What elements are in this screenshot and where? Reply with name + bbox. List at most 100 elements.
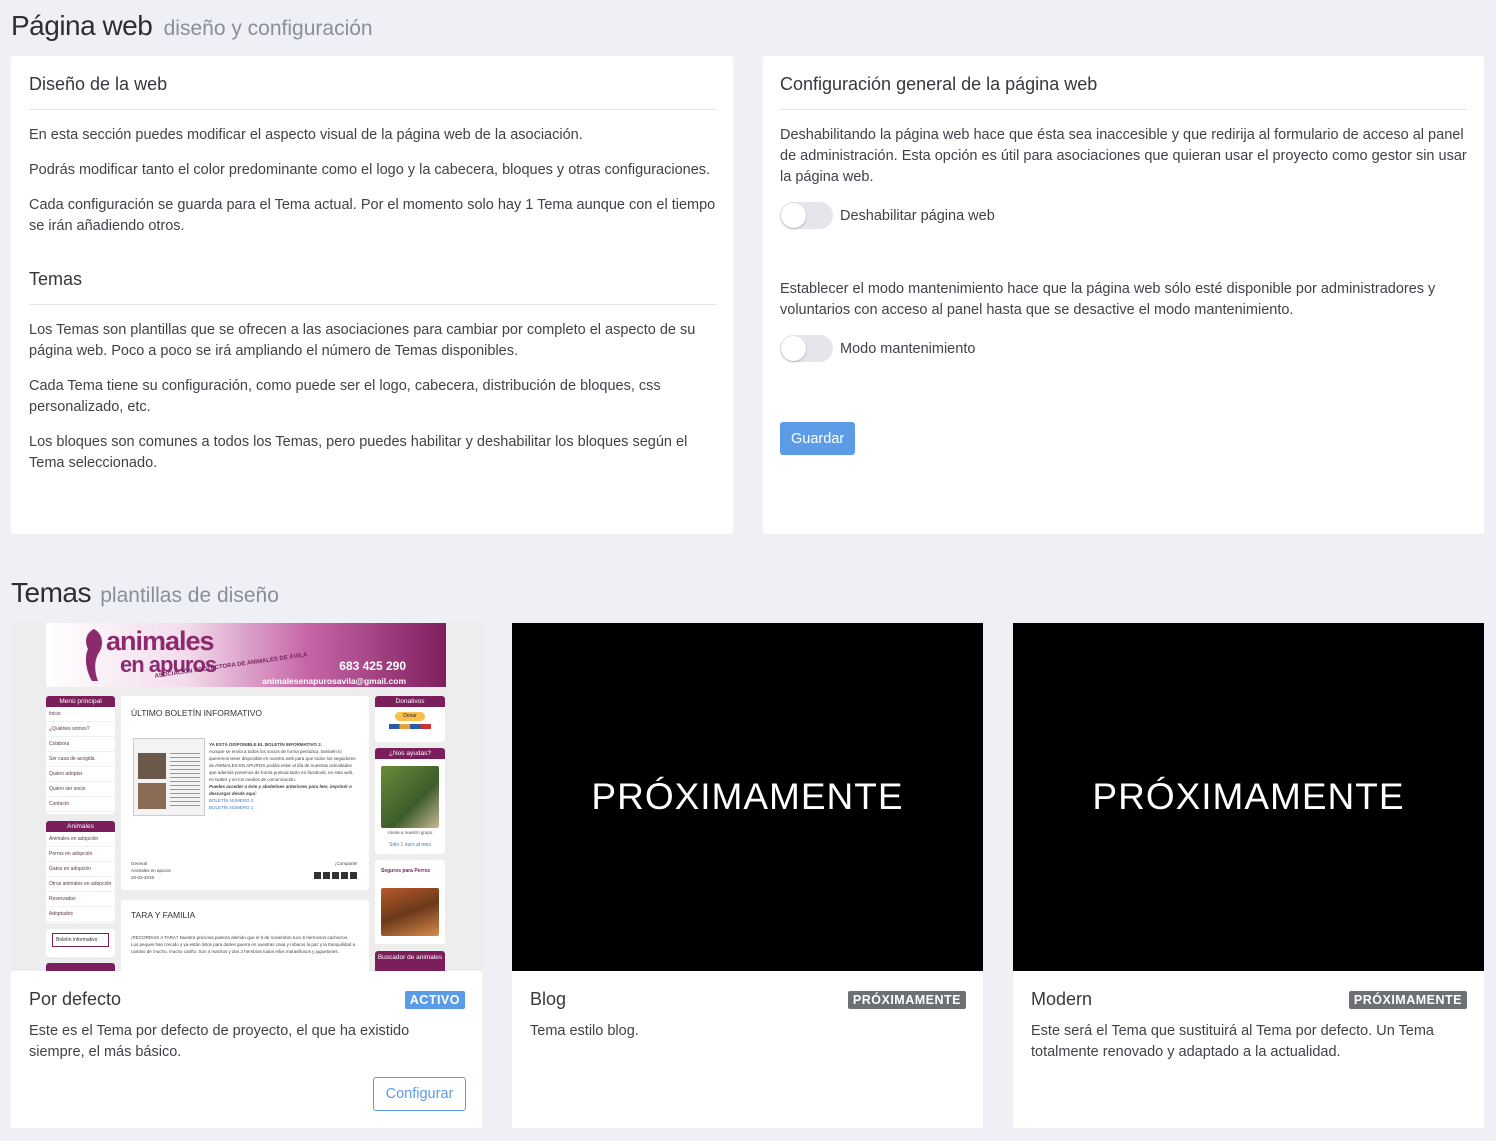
preview-donate-button: Donar: [395, 712, 425, 721]
preview-newsletter-box: Boletín informativo: [46, 929, 115, 957]
preview-email: animalesenapurosavila@gmail.com: [262, 676, 406, 686]
preview-menu-item: Ser casa de acogida: [46, 752, 115, 767]
preview-animals-item: Gatos en adopción: [46, 862, 115, 877]
preview-logo-line1: animales: [106, 626, 215, 656]
preview-meta-category: General: [131, 861, 148, 866]
preview-post2-body: ¡RECORDAIS A TARA? Nuestra preciosa past…: [131, 935, 349, 940]
preview-animals-item: Otros animales en adopción: [46, 877, 115, 892]
theme-body-blog: Blog PRÓXIMAMENTE Tema estilo blog.: [512, 971, 983, 1042]
googleplus-icon: [341, 872, 348, 879]
themes-subsection-title: Temas: [29, 269, 716, 305]
theme-description: Este es el Tema por defecto de proyecto,…: [29, 1023, 410, 1060]
preview-search-title: Buscador de animales: [375, 951, 445, 971]
configure-button[interactable]: Configurar: [373, 1077, 466, 1111]
theme-preview-default: animales en apuros ASOCIACIÓN PROTECTORA…: [11, 623, 482, 971]
design-paragraph-3: Cada configuración se guarda para el Tem…: [29, 197, 716, 234]
preview-post1-meta: General Animales en apuros 20-03-2018: [131, 860, 221, 881]
preview-menu-item: Contacto: [46, 797, 115, 812]
preview-thumb-photo: [138, 753, 166, 779]
preview-meta-author: Animales en apuros: [131, 868, 171, 873]
maintenance-toggle[interactable]: [780, 335, 833, 362]
preview-newsletter-label: Boletín informativo: [52, 933, 109, 947]
page-title-main: Página web: [11, 10, 153, 41]
payment-cards-icon: [389, 724, 431, 729]
design-paragraph-2: Podrás modificar tanto el color predomin…: [29, 162, 711, 178]
preview-thumb-photo: [138, 783, 166, 809]
preview-animals-item: Animales en adopción: [46, 832, 115, 847]
theme-card-default: animales en apuros ASOCIACIÓN PROTECTORA…: [11, 623, 482, 1128]
preview-help-box: ¿Nos ayudas? Únete a nuestro grupo Sólo …: [375, 748, 445, 854]
design-paragraph-1: En esta sección puedes modificar el aspe…: [29, 127, 583, 143]
preview-animals-item: Reservados: [46, 892, 115, 907]
preview-search-box: Buscador de animales: [375, 951, 445, 971]
preview-main-menu: Menú principal Inicio ¿Quiénes somos? Co…: [46, 696, 115, 814]
save-button[interactable]: Guardar: [780, 422, 856, 455]
preview-post1-cta: Puedes acceder a éste y aboletines anter…: [209, 784, 352, 796]
mail-icon: [350, 872, 357, 879]
preview-post1-link: BOLETÍN NÚMERO 2: [209, 798, 254, 803]
design-card: Diseño de la web En esta sección puedes …: [11, 56, 733, 534]
page-title-subtitle: diseño y configuración: [163, 17, 373, 40]
preview-menu-footer: [46, 963, 115, 971]
config-paragraph-2: Establecer el modo mantenimiento hace qu…: [780, 281, 1436, 318]
page-title: Página web diseño y configuración: [11, 10, 373, 42]
preview-post2-title: TARA Y FAMILIA: [131, 910, 196, 920]
maintenance-toggle-row: Modo mantenimiento: [780, 335, 1467, 362]
theme-body-modern: Modern PRÓXIMAMENTE Este será el Tema qu…: [1013, 971, 1484, 1063]
disable-web-toggle-row: Deshabilitar página web: [780, 202, 1467, 229]
preview-post1-title: ÚLTIMO BOLETÍN INFORMATIVO: [131, 708, 262, 718]
preview-menu-item: Quiero adoptar: [46, 767, 115, 782]
preview-donate-box: Donativos Donar: [375, 696, 445, 742]
config-card: Configuración general de la página web D…: [763, 56, 1484, 534]
maintenance-label: Modo mantenimiento: [840, 340, 976, 357]
preview-post-2: TARA Y FAMILIA ¡RECORDAIS A TARA? Nuestr…: [121, 900, 369, 971]
dog-silhouette-icon: [85, 629, 102, 681]
preview-insurance-box: Seguros para Perros: [375, 860, 445, 944]
preview-post1-headline: YA ESTÁ DISPONIBLE EL BOLETÍN INFORMATIV…: [209, 742, 323, 747]
coming-soon-text: PRÓXIMAMENTE: [591, 776, 904, 817]
website-preview-thumbnail: animales en apuros ASOCIACIÓN PROTECTORA…: [11, 623, 482, 971]
preview-animals-title: Animales: [46, 821, 115, 832]
preview-post1-body: Aunque se envía a todos los socios de fo…: [209, 749, 356, 782]
preview-share-icons: [314, 872, 357, 879]
status-badge: ACTIVO: [404, 991, 465, 1009]
themes-section-title-main: Temas: [11, 577, 91, 608]
toggle-knob: [781, 203, 806, 228]
theme-card-modern: PRÓXIMAMENTE Modern PRÓXIMAMENTE Este se…: [1013, 623, 1484, 1128]
preview-post2-body2: Los peques han crecido y ya están listos…: [131, 942, 356, 954]
themes-paragraph-2: Cada Tema tiene su configuración, como p…: [29, 378, 661, 415]
facebook-icon: [314, 872, 321, 879]
preview-newsletter-thumb: [133, 738, 205, 816]
preview-post2-text: ¡RECORDAIS A TARA? Nuestra preciosa past…: [131, 934, 359, 955]
preview-phone: 683 425 290: [339, 659, 406, 673]
theme-name: Por defecto: [29, 989, 122, 1009]
preview-insurance-photo: [381, 888, 439, 936]
preview-post-1: ÚLTIMO BOLETÍN INFORMATIVO YA ESTÁ DISPO…: [121, 696, 369, 890]
preview-share-label: ¡Comparte!: [335, 861, 358, 866]
theme-body-default: Por defecto ACTIVO Este es el Tema por d…: [11, 971, 482, 1111]
preview-animals-menu: Animales Animales en adopción Perros en …: [46, 821, 115, 923]
preview-menu-item: Colabora: [46, 737, 115, 752]
preview-menu-item: Inicio: [46, 707, 115, 722]
preview-post1-link: BOLETÍN NÚMERO 1: [209, 805, 254, 810]
preview-animals-item: Adoptados: [46, 907, 115, 922]
status-badge: PRÓXIMAMENTE: [847, 991, 966, 1009]
twitter-icon: [323, 872, 330, 879]
preview-help-title: ¿Nos ayudas?: [375, 748, 445, 759]
disable-web-label: Deshabilitar página web: [840, 207, 995, 224]
theme-preview-blog: PRÓXIMAMENTE: [512, 623, 983, 971]
config-card-title: Configuración general de la página web: [780, 74, 1467, 110]
themes-section-title: Temas plantillas de diseño: [11, 577, 279, 609]
preview-teaming-caption: Únete a nuestro grupo: [387, 830, 433, 835]
disable-web-toggle[interactable]: [780, 202, 833, 229]
config-paragraph-1: Deshabilitando la página web hace que és…: [780, 127, 1467, 185]
preview-menu-item: ¿Quiénes somos?: [46, 722, 115, 737]
themes-paragraph-3: Los bloques son comunes a todos los Tema…: [29, 434, 688, 471]
preview-animals-item: Perros en adopción: [46, 847, 115, 862]
theme-preview-modern: PRÓXIMAMENTE: [1013, 623, 1484, 971]
preview-help-caption: Sólo 1 euro al mes: [389, 842, 431, 848]
preview-menu-title: Menú principal: [46, 696, 115, 707]
preview-post1-text: YA ESTÁ DISPONIBLE EL BOLETÍN INFORMATIV…: [209, 741, 357, 811]
toggle-knob: [781, 336, 806, 361]
theme-description: Tema estilo blog.: [530, 1023, 639, 1039]
